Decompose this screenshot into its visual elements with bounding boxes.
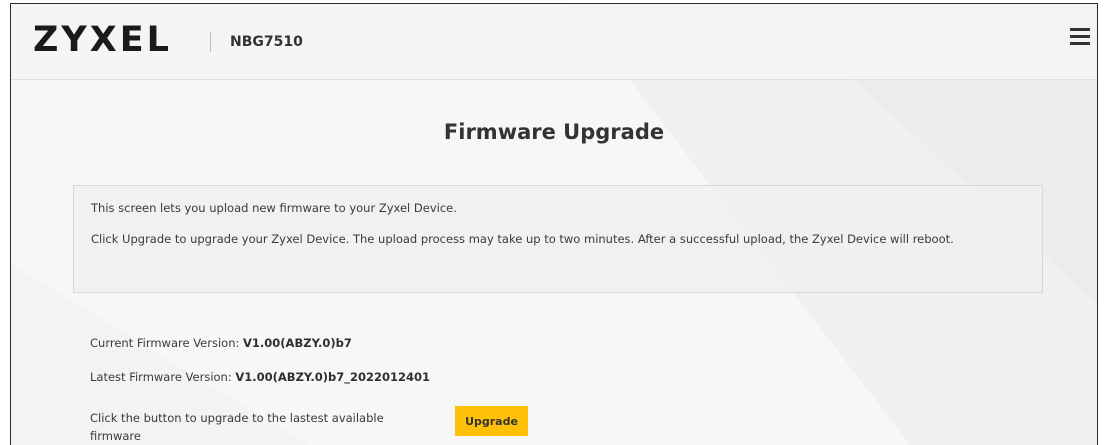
page-title: Firmware Upgrade <box>443 120 665 144</box>
upgrade-button[interactable]: Upgrade <box>455 406 528 436</box>
upgrade-description: Click the button to upgrade to the laste… <box>90 411 384 443</box>
notice-line-2: Click Upgrade to upgrade your Zyxel Devi… <box>91 232 954 246</box>
top-header: ZYXEL NBG7510 <box>11 4 1097 80</box>
model-name: NBG7510 <box>230 34 303 50</box>
latest-firmware-value: V1.00(ABZY.0)b7_2022012401 <box>235 370 430 384</box>
current-firmware-row: Current Firmware Version: V1.00(ABZY.0)b… <box>90 334 352 352</box>
hamburger-menu-icon[interactable] <box>1070 26 1092 48</box>
current-firmware-label: Current Firmware Version: <box>90 336 240 350</box>
router-web-page: ZYXEL NBG7510 Firmware Upgrade This scre… <box>10 3 1098 445</box>
current-firmware-value: V1.00(ABZY.0)b7 <box>243 336 352 350</box>
info-notice-box: This screen lets you upload new firmware… <box>73 185 1043 293</box>
latest-firmware-row: Latest Firmware Version: V1.00(ABZY.0)b7… <box>90 368 430 386</box>
latest-firmware-label: Latest Firmware Version: <box>90 370 232 384</box>
header-divider <box>210 32 211 52</box>
zyxel-logo[interactable]: ZYXEL <box>33 18 172 62</box>
notice-line-1: This screen lets you upload new firmware… <box>91 201 457 215</box>
